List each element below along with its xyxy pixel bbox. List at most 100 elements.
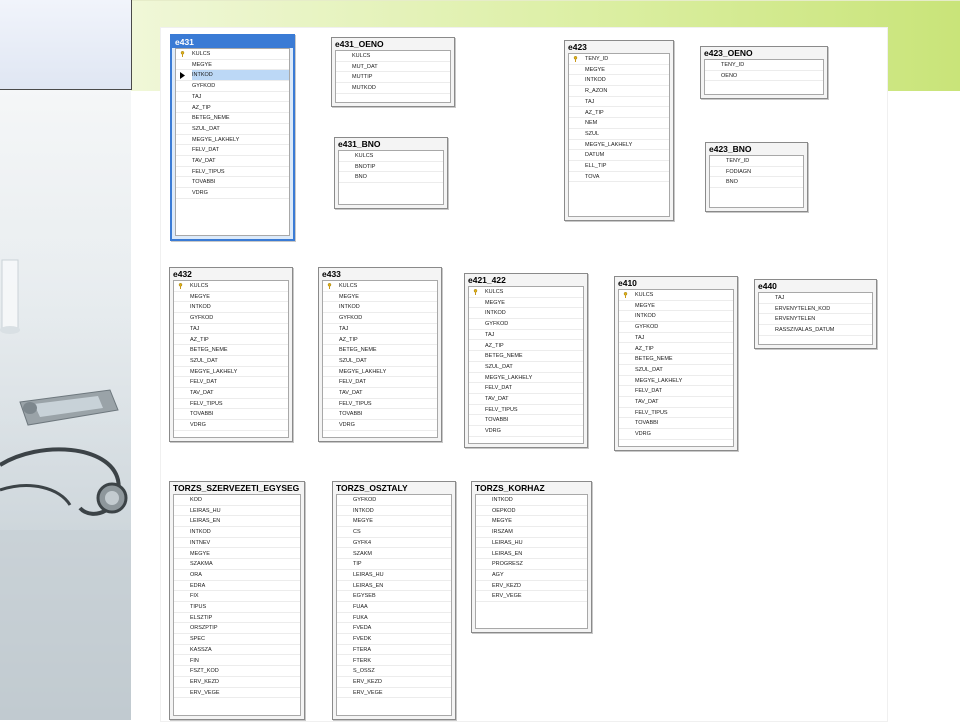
table-e432[interactable]: e432 KULCS MEGYE INTKOD GYFKOD TAJ AZ_TIP BETEG… xyxy=(169,267,293,442)
column-row[interactable]: FELV_DAT xyxy=(619,386,733,397)
column-row[interactable]: TAV_DAT xyxy=(176,156,289,167)
column-row[interactable]: TAV_DAT xyxy=(323,388,437,399)
column-row[interactable]: LEIRAS_HU xyxy=(476,538,587,549)
column-row[interactable]: TENY_ID xyxy=(710,156,803,167)
column-row[interactable]: ERV_KEZD xyxy=(476,581,587,592)
table-e431[interactable]: e431 KULCS MEGYE INTKOD GYFKOD TAJ AZ_TIP BETEG… xyxy=(170,34,295,241)
column-row[interactable]: BETEG_NEME xyxy=(176,113,289,124)
column-row[interactable]: MEGYE xyxy=(619,301,733,312)
column-row[interactable]: AZ_TIP xyxy=(174,335,288,346)
column-row[interactable]: FUAA xyxy=(337,602,451,613)
column-row[interactable]: OEPKOD xyxy=(476,506,587,517)
column-row[interactable]: INTKOD xyxy=(476,495,587,506)
table-column-list[interactable]: TENY_ID FODIAGN BNO xyxy=(709,155,804,208)
column-row[interactable]: MEGYE_LAKHELY xyxy=(176,135,289,146)
column-row[interactable]: MEGYE_LAKHELY xyxy=(569,140,669,151)
column-row[interactable]: GYFKOD xyxy=(176,81,289,92)
column-row[interactable]: AZ_TIP xyxy=(469,341,583,352)
column-row[interactable]: AZ_TIP xyxy=(176,103,289,114)
column-row[interactable]: VDRG xyxy=(323,420,437,431)
column-row[interactable]: ERV_KEZD xyxy=(337,677,451,688)
column-row[interactable]: TAJ xyxy=(174,324,288,335)
column-row[interactable]: KULCS xyxy=(174,281,288,292)
column-row[interactable]: MEGYE xyxy=(174,549,300,560)
column-row[interactable]: KASSZA xyxy=(174,645,300,656)
column-row[interactable]: KULCS xyxy=(469,287,583,298)
table-e433[interactable]: e433 KULCS MEGYE INTKOD GYFKOD TAJ AZ_TIP BETEG… xyxy=(318,267,442,442)
column-row[interactable]: ORA xyxy=(174,570,300,581)
column-row[interactable]: SZUL_DAT xyxy=(176,124,289,135)
column-row[interactable]: FELV_DAT xyxy=(323,377,437,388)
column-row[interactable]: TOVABBI xyxy=(323,409,437,421)
table-e423-bno[interactable]: e423_BNO TENY_ID FODIAGN BNO xyxy=(705,142,808,212)
table-column-list[interactable]: KULCS BNOTIP BNO xyxy=(338,150,444,205)
column-row[interactable]: GYFKOD xyxy=(323,313,437,324)
column-row[interactable]: KULCS xyxy=(619,290,733,301)
column-row[interactable]: BNO xyxy=(339,172,443,184)
column-row[interactable]: R_AZON xyxy=(569,86,669,97)
column-row[interactable]: TAJ xyxy=(469,330,583,341)
column-row[interactable]: MEGYE_LAKHELY xyxy=(619,376,733,387)
column-row[interactable]: BNO xyxy=(710,177,803,189)
table-e410[interactable]: e410 KULCS MEGYE INTKOD GYFKOD TAJ AZ_TIP BETEG… xyxy=(614,276,738,451)
column-row[interactable]: BETEG_NEME xyxy=(469,351,583,362)
column-row[interactable]: GYFKOD xyxy=(174,313,288,324)
column-row[interactable]: BNOTIP xyxy=(339,162,443,173)
column-row[interactable]: INTKOD xyxy=(174,527,300,538)
column-row[interactable]: LEIRAS_EN xyxy=(174,516,300,528)
column-row[interactable]: LEIRAS_EN xyxy=(476,549,587,560)
column-row[interactable]: TOVABBI xyxy=(174,409,288,421)
column-row[interactable]: CS xyxy=(337,527,451,538)
column-row[interactable]: MEGYE xyxy=(476,516,587,528)
column-row[interactable]: TIPUS xyxy=(174,602,300,613)
table-column-list[interactable]: KULCS MEGYE INTKOD GYFKOD TAJ AZ_TIP BETEG_NEM… xyxy=(322,280,438,438)
column-row[interactable]: LEIRAS_EN xyxy=(337,581,451,592)
column-row[interactable]: FELV_DAT xyxy=(174,377,288,388)
column-row[interactable]: VDRG xyxy=(619,429,733,440)
table-column-list[interactable]: GYFKOD INTKOD MEGYE CS GYFK4 SZAKM TIP LEIRAS_H… xyxy=(336,494,452,716)
column-row[interactable]: MUT_DAT xyxy=(336,62,450,73)
column-row[interactable]: FELV_TIPUS xyxy=(323,399,437,410)
column-row[interactable]: BETEG_NEME xyxy=(174,345,288,356)
column-row[interactable]: ORSZPTIP xyxy=(174,623,300,635)
column-row[interactable]: GYFK4 xyxy=(337,538,451,549)
column-row[interactable]: MEGYE_LAKHELY xyxy=(323,367,437,378)
column-row[interactable]: ERV_VEGE xyxy=(476,591,587,602)
column-row[interactable]: BETEG_NEME xyxy=(323,345,437,356)
column-row[interactable]: TAJ xyxy=(759,293,872,304)
column-row[interactable]: INTKOD xyxy=(176,70,289,82)
column-row[interactable]: MEGYE xyxy=(569,65,669,76)
column-row[interactable]: SZUL_DAT xyxy=(323,356,437,367)
table-column-list[interactable]: TENY_ID OENO xyxy=(704,59,824,95)
column-row[interactable]: DATUM xyxy=(569,150,669,161)
table-column-list[interactable]: KULCS MEGYE INTKOD GYFKOD TAJ AZ_TIP BETEG_NEM… xyxy=(175,48,290,236)
column-row[interactable]: TAJ xyxy=(323,324,437,335)
column-row[interactable]: TOVABBI xyxy=(176,177,289,189)
column-row[interactable]: MUTTIP xyxy=(336,72,450,84)
column-row[interactable]: MEGYE_LAKHELY xyxy=(174,367,288,378)
column-row[interactable]: TAV_DAT xyxy=(469,394,583,405)
column-row[interactable]: MEGYE xyxy=(174,292,288,303)
column-row[interactable]: AZ_TIP xyxy=(569,108,669,119)
column-row[interactable]: FVEDA xyxy=(337,623,451,635)
column-row[interactable]: FTERK xyxy=(337,656,451,667)
column-row[interactable]: INTKOD xyxy=(569,75,669,87)
column-row[interactable]: MUTKOD xyxy=(336,83,450,94)
column-row[interactable]: ERV_KEZD xyxy=(174,677,300,688)
column-row[interactable]: SZAKMA xyxy=(174,559,300,570)
column-row[interactable]: KULCS xyxy=(176,49,289,60)
column-row[interactable]: FUKA xyxy=(337,613,451,624)
column-row[interactable]: ERVENYTELEN xyxy=(759,314,872,326)
column-row[interactable]: INTKOD xyxy=(469,308,583,320)
column-row[interactable]: TAJ xyxy=(619,333,733,344)
table-torzs-osztaly[interactable]: TORZS_OSZTALY GYFKOD INTKOD MEGYE CS GYFK4 SZA… xyxy=(332,481,456,720)
column-row[interactable]: TAJ xyxy=(569,97,669,108)
table-torzs-szervezeti-egyseg[interactable]: TORZS_SZERVEZETI_EGYSEG KOD LEIRAS_HU LEIRA… xyxy=(169,481,305,720)
column-row[interactable]: TIP xyxy=(337,559,451,570)
table-column-list[interactable]: TENY_ID MEGYE INTKOD R_AZON TAJ AZ_TIP NEM SZUL… xyxy=(568,53,670,217)
table-column-list[interactable]: KULCS MEGYE INTKOD GYFKOD TAJ AZ_TIP BETEG_NEM… xyxy=(173,280,289,438)
table-e423-oeno[interactable]: e423_OENO TENY_ID OENO xyxy=(700,46,828,99)
column-row[interactable]: KULCS xyxy=(323,281,437,292)
column-row[interactable]: TOVABBI xyxy=(469,415,583,427)
column-row[interactable]: ERV_VEGE xyxy=(337,688,451,699)
